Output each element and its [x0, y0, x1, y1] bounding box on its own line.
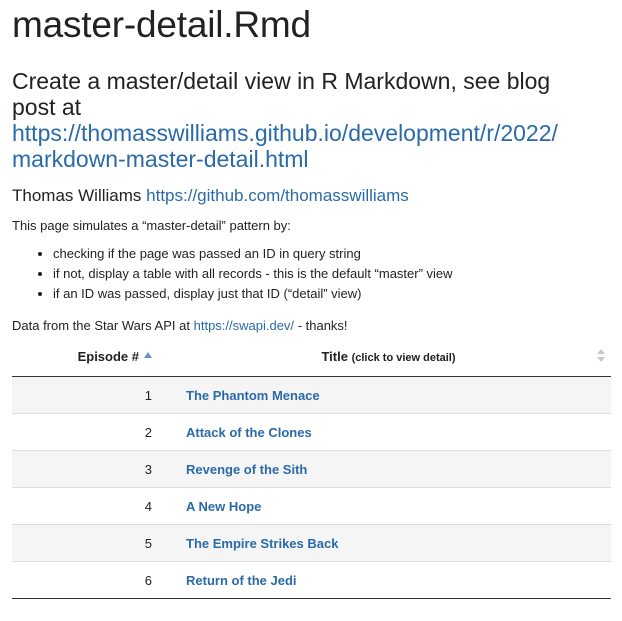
document: master-detail.Rmd Create a master/detail… — [12, 0, 622, 334]
table-row: 2 Attack of the Clones — [12, 413, 611, 451]
title-cell: Revenge of the Sith — [166, 450, 611, 488]
title-cell: The Phantom Menace — [166, 376, 611, 414]
feature-list: checking if the page was passed an ID in… — [12, 244, 622, 304]
title-column-header[interactable]: Title (click to view detail) — [166, 336, 611, 377]
intro-text: This page simulates a “master-detail” pa… — [12, 218, 291, 233]
episode-cell: 2 — [12, 413, 166, 451]
author-github-link[interactable]: https://github.com/thomasswilliams — [146, 186, 409, 205]
list-item: checking if the page was passed an ID in… — [53, 244, 622, 264]
page-title: master-detail.Rmd — [12, 4, 311, 45]
table-row: 4 A New Hope — [12, 487, 611, 525]
title-cell: A New Hope — [166, 487, 611, 525]
episode-column-header[interactable]: Episode # — [12, 336, 166, 377]
list-item: if an ID was passed, display just that I… — [53, 284, 622, 304]
blog-post-link-line-1[interactable]: https://thomasswilliams.github.io/develo… — [12, 120, 622, 146]
data-source-prefix: Data from the Star Wars API at — [12, 318, 190, 333]
table-row: 5 The Empire Strikes Back — [12, 524, 611, 562]
blog-post-link-line-2[interactable]: markdown-master-detail.html — [12, 146, 622, 172]
swapi-link[interactable]: https://swapi.dev/ — [194, 318, 294, 333]
subtitle: Create a master/detail view in R Markdow… — [12, 68, 622, 172]
film-title-link[interactable]: Attack of the Clones — [186, 425, 312, 440]
table-row: 6 Return of the Jedi — [12, 561, 611, 599]
film-title-link[interactable]: Revenge of the Sith — [186, 462, 307, 477]
film-title-link[interactable]: The Empire Strikes Back — [186, 536, 338, 551]
title-header-label: Title — [321, 348, 348, 364]
table-row: 1 The Phantom Menace — [12, 376, 611, 414]
film-title-link[interactable]: A New Hope — [186, 499, 261, 514]
author: Thomas Williams https://github.com/thoma… — [12, 186, 622, 206]
title-cell: Attack of the Clones — [166, 413, 611, 451]
title-cell: Return of the Jedi — [166, 561, 611, 599]
episode-cell: 3 — [12, 450, 166, 488]
list-item: if not, display a table with all records… — [53, 264, 622, 284]
subtitle-text-line-2: post at — [12, 94, 82, 120]
episode-cell: 1 — [12, 376, 166, 414]
data-source-text: Data from the Star Wars API at https://s… — [12, 317, 622, 334]
author-name: Thomas Williams — [12, 186, 142, 205]
table-header-row: Episode # Title (click to view detail) — [12, 336, 611, 377]
data-source-suffix: - thanks! — [297, 318, 348, 333]
film-title-link[interactable]: Return of the Jedi — [186, 573, 297, 588]
episode-header-label: Episode # — [77, 348, 139, 364]
episode-cell: 6 — [12, 561, 166, 599]
title-header-note: (click to view detail) — [351, 351, 456, 364]
episode-cell: 5 — [12, 524, 166, 562]
subtitle-text-line-1: Create a master/detail view in R Markdow… — [12, 68, 551, 94]
episode-cell: 4 — [12, 487, 166, 525]
film-title-link[interactable]: The Phantom Menace — [186, 388, 320, 403]
table-row: 3 Revenge of the Sith — [12, 450, 611, 488]
title-cell: The Empire Strikes Back — [166, 524, 611, 562]
sort-ascending-icon — [144, 351, 152, 358]
films-table: Episode # Title (click to view detail) 1… — [12, 336, 611, 599]
sort-both-icon — [597, 349, 605, 363]
